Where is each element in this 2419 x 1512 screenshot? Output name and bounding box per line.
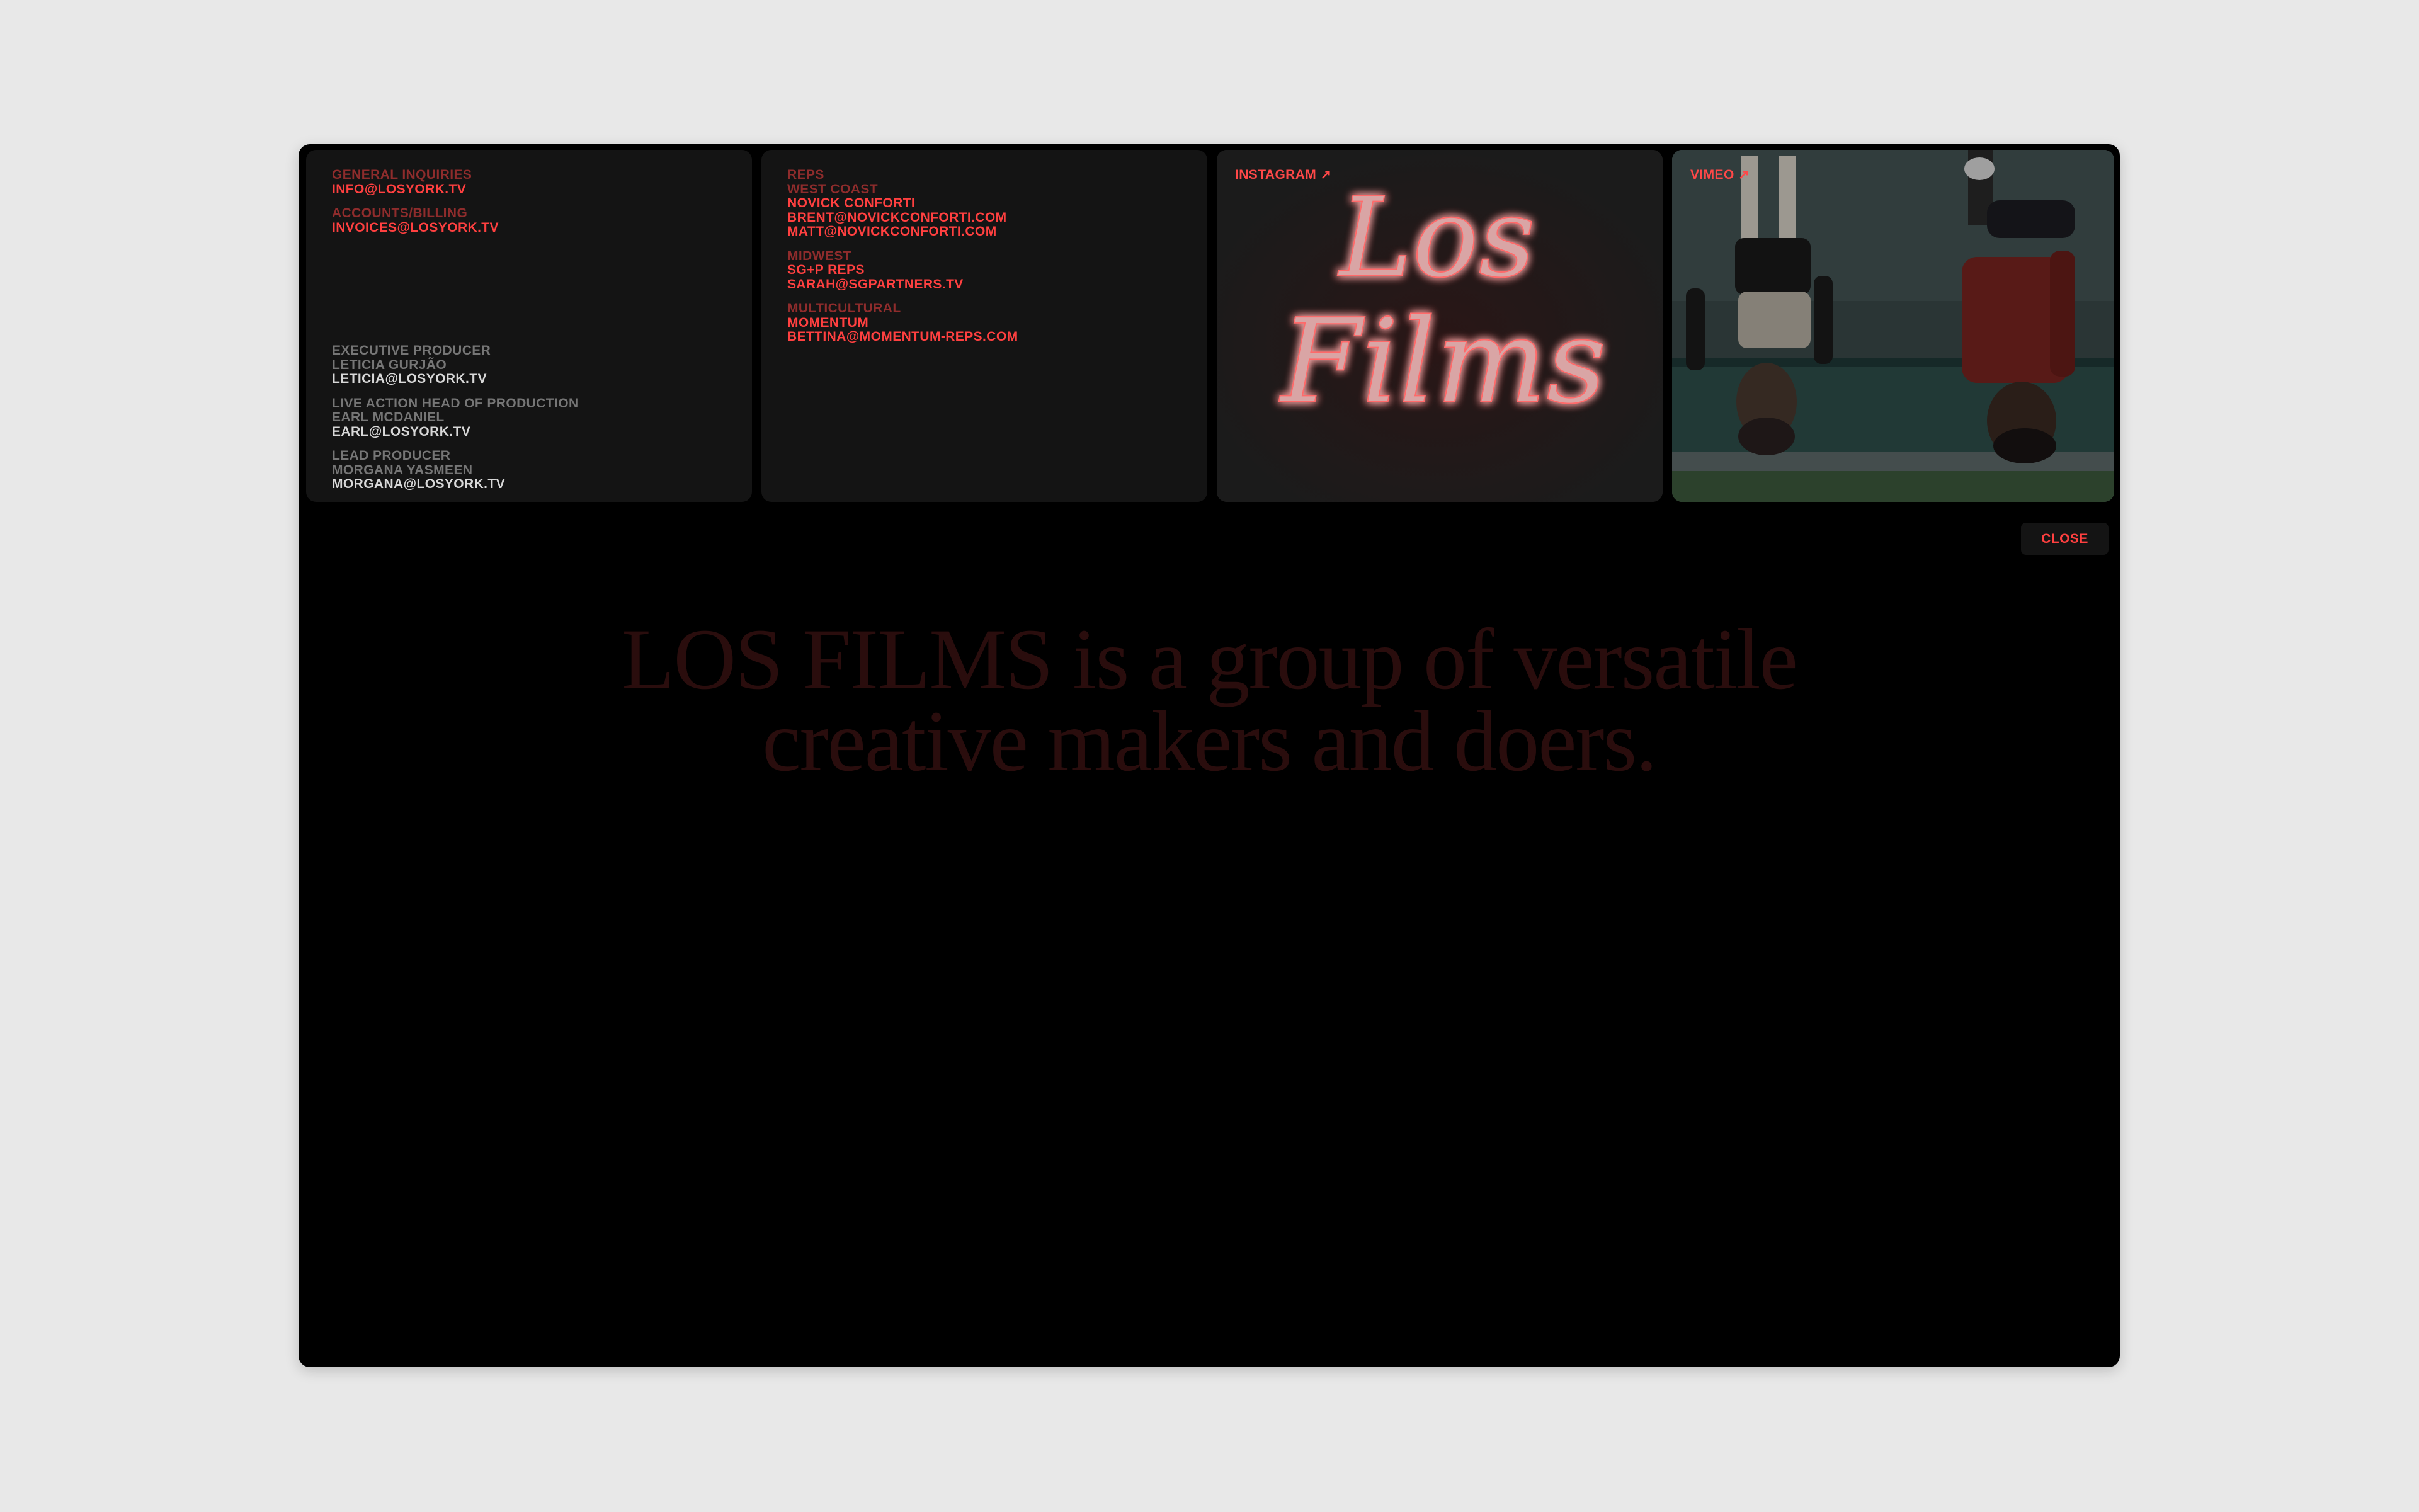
close-button[interactable]: CLOSE — [2021, 523, 2109, 555]
staff-role: LIVE ACTION HEAD OF PRODUCTION — [332, 395, 579, 411]
neon-logo-image: Los Films — [1217, 150, 1663, 502]
rep-region: WEST COAST — [787, 181, 878, 196]
rep-region: MIDWEST — [787, 248, 851, 263]
rep-region: MULTICULTURAL — [787, 301, 901, 315]
vimeo-card[interactable]: VIMEO ↗ — [1672, 150, 2114, 502]
neon-text-los: Los — [1337, 174, 1535, 302]
reps-title: REPS — [787, 168, 824, 182]
neon-text-films: Films — [1278, 293, 1606, 429]
staff-role: LEAD PRODUCER — [332, 448, 451, 463]
rep-company: SG+P REPS — [787, 263, 865, 277]
staff-list: EXECUTIVE PRODUCER LETICIA GURJÃO LETICI… — [332, 343, 579, 492]
instagram-link[interactable]: INSTAGRAM ↗ — [1235, 167, 1331, 183]
tagline-line-1: LOS FILMS is a group of versatile — [622, 611, 1798, 707]
reps-card: REPS WEST COAST NOVICK CONFORTI BRENT@NO… — [761, 150, 1207, 502]
rep-email-link[interactable]: SARAH@SGPARTNERS.TV — [787, 277, 1018, 292]
general-inquiries-email-link[interactable]: INFO@LOSYORK.TV — [332, 182, 499, 197]
video-still-image — [1672, 150, 2114, 502]
staff-email-link[interactable]: LETICIA@LOSYORK.TV — [332, 372, 579, 387]
staff-email-link[interactable]: MORGANA@LOSYORK.TV — [332, 477, 579, 492]
instagram-card[interactable]: INSTAGRAM ↗ Los Films — [1217, 150, 1663, 502]
contact-card: GENERAL INQUIRIES INFO@LOSYORK.TV ACCOUN… — [306, 150, 752, 502]
billing-label: ACCOUNTS/BILLING — [332, 206, 468, 220]
rep-company: MOMENTUM — [787, 315, 869, 330]
billing-email-link[interactable]: INVOICES@LOSYORK.TV — [332, 220, 499, 236]
staff-name: MORGANA YASMEEN — [332, 462, 473, 477]
rep-email-link[interactable]: MATT@NOVICKCONFORTI.COM — [787, 224, 1018, 239]
staff-name: EARL MCDANIEL — [332, 410, 445, 424]
staff-role: EXECUTIVE PRODUCER — [332, 343, 491, 358]
vimeo-link[interactable]: VIMEO ↗ — [1690, 167, 1750, 183]
tagline: LOS FILMS is a group of versatile creati… — [299, 611, 2120, 789]
tagline-line-2: creative makers and doers. — [762, 693, 1657, 789]
staff-email-link[interactable]: EARL@LOSYORK.TV — [332, 424, 579, 440]
general-inquiries-label: GENERAL INQUIRIES — [332, 168, 472, 182]
contact-overlay: GENERAL INQUIRIES INFO@LOSYORK.TV ACCOUN… — [299, 144, 2120, 1367]
rep-email-link[interactable]: BETTINA@MOMENTUM-REPS.COM — [787, 329, 1018, 344]
rep-company: NOVICK CONFORTI — [787, 196, 916, 210]
rep-email-link[interactable]: BRENT@NOVICKCONFORTI.COM — [787, 210, 1018, 225]
staff-name: LETICIA GURJÃO — [332, 357, 447, 372]
